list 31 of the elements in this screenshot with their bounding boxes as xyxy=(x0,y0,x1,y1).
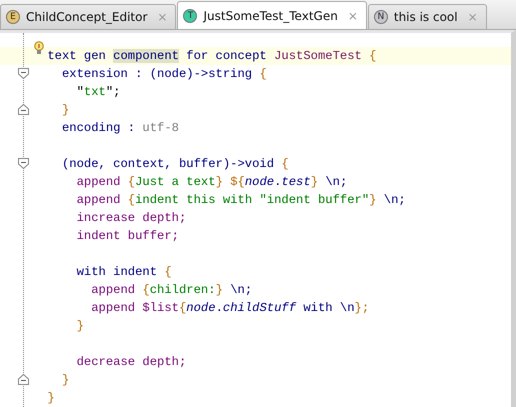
code-line: append $list{node.childStuff with \n}; xyxy=(91,301,370,315)
fold-icon[interactable] xyxy=(18,158,29,169)
code-line: encoding : utf-8 xyxy=(62,121,179,135)
code-line: extension : (node)->string { xyxy=(62,67,267,81)
editor-tab[interactable]: E ChildConcept_Editor × xyxy=(0,4,176,29)
code-line: increase depth; xyxy=(76,211,186,225)
tab-label: this is cool xyxy=(394,10,458,24)
editor-tab[interactable]: T JustSomeTest_TextGen × xyxy=(177,1,367,29)
code-line: } xyxy=(62,373,70,387)
fold-icon[interactable] xyxy=(18,374,29,385)
tab-label: JustSomeTest_TextGen xyxy=(203,8,338,22)
code-line: } xyxy=(62,103,70,117)
code-line: with indent { xyxy=(76,265,172,279)
code-line: } xyxy=(76,319,84,333)
fold-icon[interactable] xyxy=(18,68,29,79)
code-line: text gen component for concept JustSomeTest { xyxy=(47,49,376,63)
code-line: append {indent this with "indent buffer"} \n; xyxy=(76,193,406,207)
code-line: } xyxy=(47,391,55,405)
code-line: (node, context, buffer)->void { xyxy=(62,157,289,171)
code-line: append {Just a text} ${node.test} \n; xyxy=(76,175,348,189)
file-type-badge: T xyxy=(183,8,198,22)
fold-icon[interactable] xyxy=(18,104,29,115)
code-line: decrease depth; xyxy=(76,355,186,369)
editor-tab[interactable]: N this is cool × xyxy=(368,4,487,29)
file-type-badge: N xyxy=(374,10,388,24)
code-line: "txt"; xyxy=(76,85,120,99)
file-type-badge: E xyxy=(6,10,20,24)
tab-label: ChildConcept_Editor xyxy=(26,10,148,24)
code-line: indent buffer; xyxy=(76,229,179,243)
code-line: append {children:} \n; xyxy=(91,283,252,297)
lightbulb-icon[interactable] xyxy=(34,41,44,55)
